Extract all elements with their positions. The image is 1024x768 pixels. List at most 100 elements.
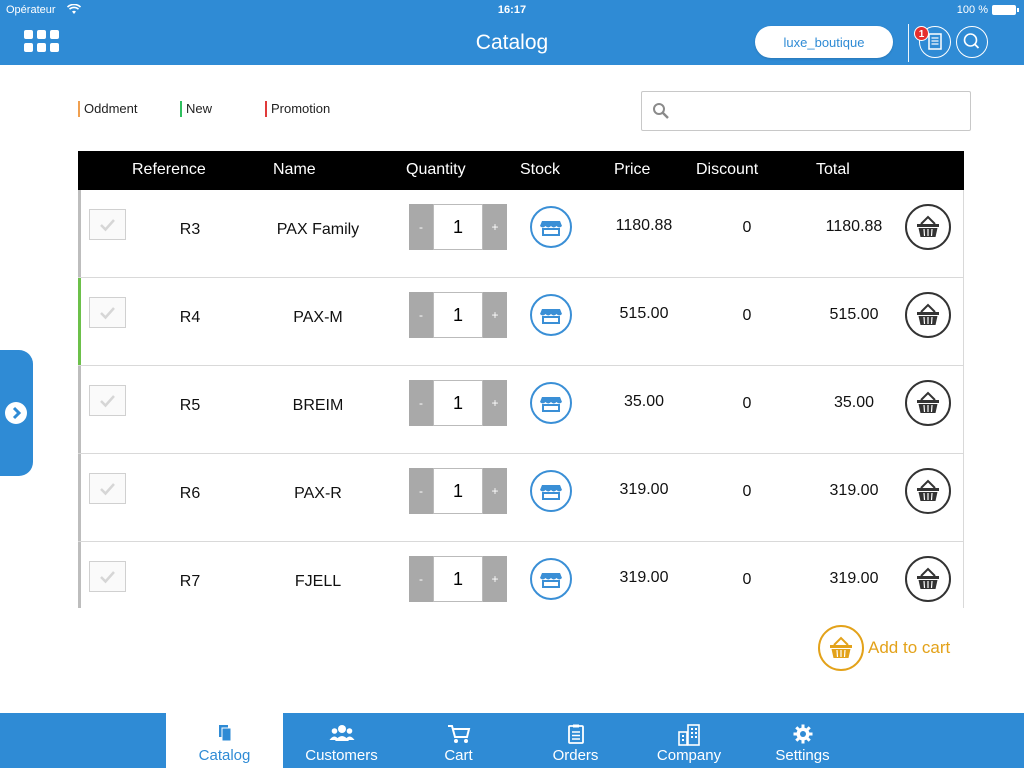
check-icon <box>100 483 115 496</box>
quantity-decrement-button[interactable]: - <box>409 380 433 426</box>
stock-button[interactable] <box>530 382 572 424</box>
tab-settings[interactable]: Settings <box>744 713 861 768</box>
cell-name: PAX Family <box>276 221 360 238</box>
basket-icon <box>818 625 864 671</box>
search-icon <box>653 103 669 119</box>
tab-label: Customers <box>305 747 378 764</box>
tab-label: Settings <box>775 747 830 764</box>
search-icon <box>963 33 980 49</box>
legend-color-new <box>180 101 182 117</box>
quantity-field[interactable]: 1 <box>433 556 483 602</box>
tab-label: Orders <box>552 747 599 764</box>
catalog-search-box <box>641 91 971 131</box>
company-icon <box>678 724 700 746</box>
stock-button[interactable] <box>530 470 572 512</box>
cell-reference: R4 <box>179 309 201 326</box>
add-row-to-cart-button[interactable] <box>905 380 951 426</box>
catalog-icon <box>218 725 231 742</box>
quantity-field[interactable]: 1 <box>433 380 483 426</box>
row-checkbox[interactable] <box>89 473 126 504</box>
row-checkbox[interactable] <box>89 297 126 328</box>
tab-orders[interactable]: Orders <box>517 713 634 768</box>
battery-icon <box>992 5 1019 15</box>
quantity-stepper: - 1 + <box>409 292 507 338</box>
col-stock: Stock <box>520 161 561 178</box>
row-marker <box>78 454 81 541</box>
store-icon <box>540 485 562 500</box>
quantity-increment-button[interactable]: + <box>483 556 507 602</box>
basket-icon <box>917 215 939 237</box>
add-to-cart-button[interactable]: Add to cart <box>818 625 968 671</box>
quantity-stepper: - 1 + <box>409 380 507 426</box>
store-icon <box>540 221 562 236</box>
side-drawer-tab[interactable] <box>0 350 33 476</box>
add-to-cart-label: Add to cart <box>868 638 951 657</box>
add-row-to-cart-button[interactable] <box>905 204 951 250</box>
quantity-increment-button[interactable]: + <box>483 204 507 250</box>
quantity-field[interactable]: 1 <box>433 204 483 250</box>
quantity-stepper: - 1 + <box>409 468 507 514</box>
cell-reference: R7 <box>179 573 201 590</box>
tab-bar: Catalog Customers Cart Orders Company Se… <box>0 713 1024 768</box>
quantity-field[interactable]: 1 <box>433 292 483 338</box>
quantity-decrement-button[interactable]: - <box>409 556 433 602</box>
clock: 16:17 <box>497 4 527 16</box>
table-row: R7 FJELL - 1 + 319.00 0 319.00 <box>78 542 964 608</box>
table-row: R6 PAX-R - 1 + 319.00 0 319.00 <box>78 454 964 542</box>
row-marker <box>78 366 81 453</box>
row-marker <box>78 542 81 608</box>
quantity-stepper: - 1 + <box>409 204 507 250</box>
orders-icon <box>567 724 584 744</box>
check-icon <box>100 219 115 232</box>
quantity-increment-button[interactable]: + <box>483 380 507 426</box>
check-icon <box>100 571 115 584</box>
table-row: R3 PAX Family - 1 + 1180.88 0 1180.88 <box>78 190 964 278</box>
notification-badge: 1 <box>914 26 929 41</box>
shop-selector-button[interactable]: luxe_boutique <box>755 26 893 58</box>
tab-label: Catalog <box>198 747 251 764</box>
tab-catalog[interactable]: Catalog <box>166 713 283 768</box>
stock-button[interactable] <box>530 206 572 248</box>
tab-company[interactable]: Company <box>634 713 744 768</box>
cell-price: 515.00 <box>619 305 669 322</box>
tab-cart[interactable]: Cart <box>400 713 517 768</box>
tab-label: Company <box>656 747 722 764</box>
quantity-decrement-button[interactable]: - <box>409 292 433 338</box>
table-header: Reference Name Quantity Stock Price Disc… <box>78 151 964 190</box>
add-row-to-cart-button[interactable] <box>905 292 951 338</box>
quantity-increment-button[interactable]: + <box>483 292 507 338</box>
status-bar: Opérateur 16:17 100 % <box>0 0 1024 20</box>
add-row-to-cart-button[interactable] <box>905 556 951 602</box>
tab-customers[interactable]: Customers <box>283 713 400 768</box>
cell-reference: R3 <box>179 221 201 238</box>
chevron-right-icon <box>5 402 27 424</box>
legend-label: Promotion <box>271 101 331 116</box>
header-search-button[interactable] <box>956 26 988 58</box>
search-input[interactable] <box>678 98 963 124</box>
nav-divider <box>908 24 909 62</box>
row-checkbox[interactable] <box>89 561 126 592</box>
cell-name: BREIM <box>292 397 344 414</box>
store-icon <box>540 309 562 324</box>
legend-oddment: Oddment <box>78 101 138 117</box>
col-discount: Discount <box>696 161 759 178</box>
quantity-decrement-button[interactable]: - <box>409 468 433 514</box>
quantity-increment-button[interactable]: + <box>483 468 507 514</box>
legend-color-oddment <box>78 101 80 117</box>
cell-discount: 0 <box>742 483 752 500</box>
add-row-to-cart-button[interactable] <box>905 468 951 514</box>
cell-price: 319.00 <box>619 569 669 586</box>
row-checkbox[interactable] <box>89 385 126 416</box>
quantity-decrement-button[interactable]: - <box>409 204 433 250</box>
app-root: Opérateur 16:17 100 % Catalog luxe_bouti… <box>0 0 1024 768</box>
legend-color-promotion <box>265 101 267 117</box>
basket-icon <box>917 303 939 325</box>
stock-button[interactable] <box>530 294 572 336</box>
cell-total: 1180.88 <box>825 218 883 235</box>
basket-icon <box>917 391 939 413</box>
stock-button[interactable] <box>530 558 572 600</box>
legend-label: Oddment <box>84 101 138 116</box>
row-checkbox[interactable] <box>89 209 126 240</box>
basket-icon <box>917 567 939 589</box>
quantity-field[interactable]: 1 <box>433 468 483 514</box>
